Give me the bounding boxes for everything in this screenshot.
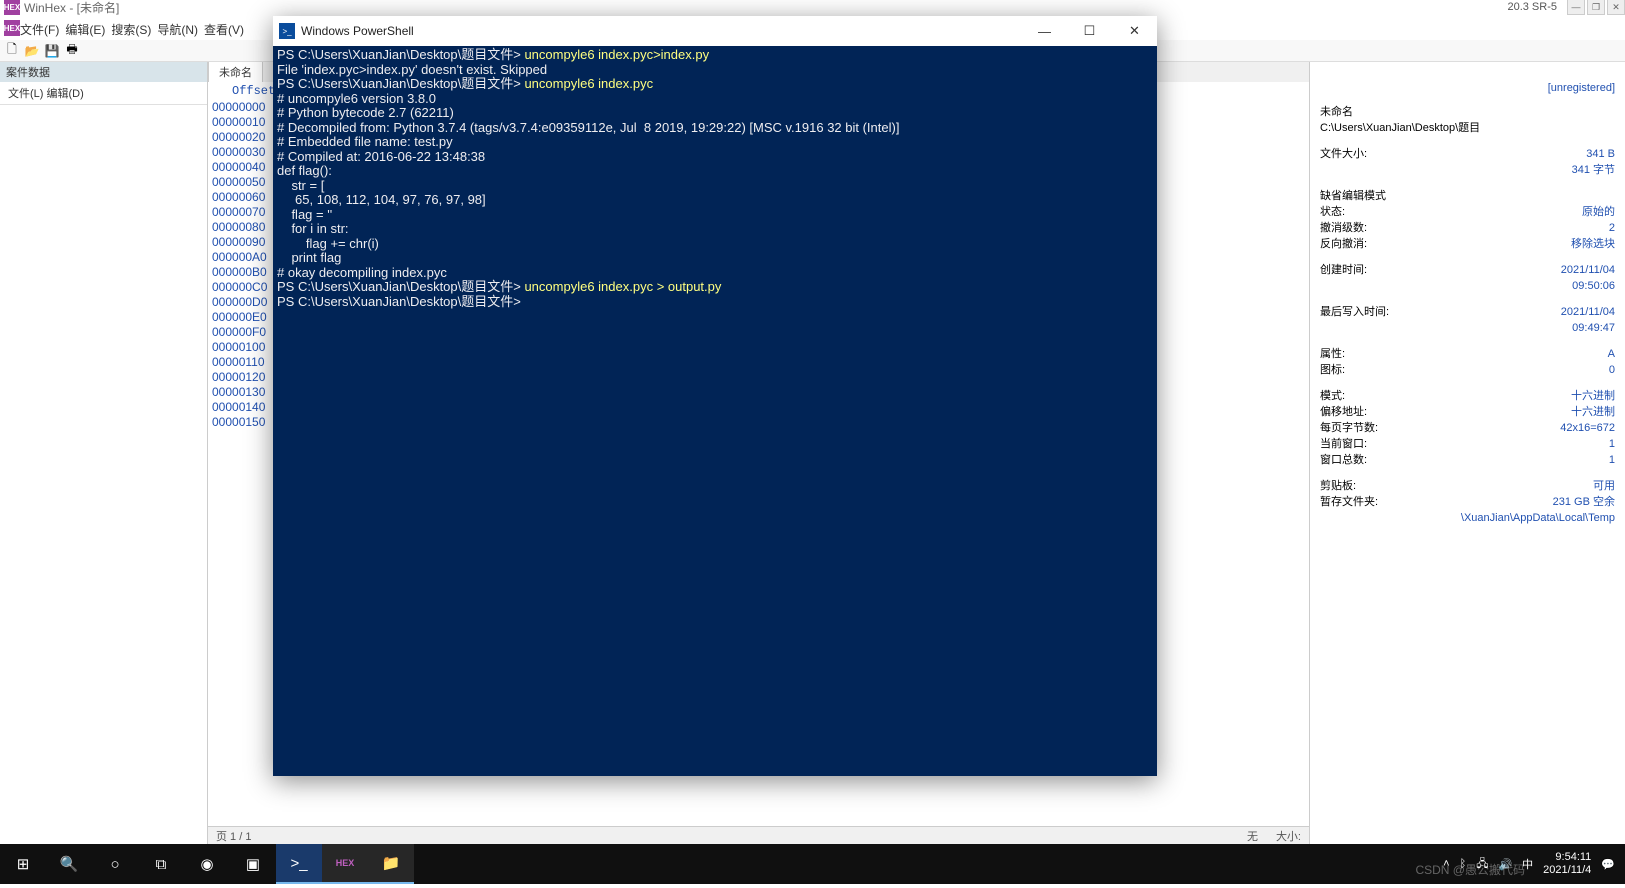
menu-view[interactable]: 查看(V)	[204, 21, 244, 38]
terminal-line: PS C:\Users\XuanJian\Desktop\题目文件> uncom…	[277, 77, 1153, 92]
info-row: 图标:0	[1320, 362, 1615, 378]
ps-close-button[interactable]: ✕	[1112, 16, 1157, 46]
ps-maximize-button[interactable]: ☐	[1067, 16, 1112, 46]
search-icon[interactable]: 🔍	[46, 844, 92, 884]
windows-taskbar: ⊞ 🔍 ○ ⧉ ◉ ▣ >_ HEX 📁 CSDN @愚公搬代码 ˄ ᛒ 🖧 🔊…	[0, 844, 1625, 884]
minimize-button[interactable]: —	[1567, 0, 1585, 15]
terminal-line: File 'index.pyc>index.py' doesn't exist.…	[277, 63, 1153, 78]
info-row: 每页字节数:42x16=672	[1320, 420, 1615, 436]
print-icon[interactable]: 🖶	[64, 43, 80, 59]
info-row: 暂存文件夹:231 GB 空余	[1320, 494, 1615, 510]
terminal-line: # Python bytecode 2.7 (62211)	[277, 106, 1153, 121]
status-size-label: 大小:	[1276, 828, 1301, 843]
start-button[interactable]: ⊞	[0, 844, 46, 884]
status-none: 无	[1247, 828, 1258, 843]
info-row: 最后写入时间:2021/11/04	[1320, 304, 1615, 320]
terminal-line: # Decompiled from: Python 3.7.4 (tags/v3…	[277, 121, 1153, 136]
taskview-icon[interactable]: ⧉	[138, 844, 184, 884]
save-icon[interactable]: 💾	[44, 43, 60, 59]
close-button[interactable]: ✕	[1607, 0, 1625, 15]
terminal-line: PS C:\Users\XuanJian\Desktop\题目文件> uncom…	[277, 48, 1153, 63]
terminal-line: # Embedded file name: test.py	[277, 135, 1153, 150]
terminal-line: for i in str:	[277, 222, 1153, 237]
info-row: 当前窗口:1	[1320, 436, 1615, 452]
terminal-line: flag = ''	[277, 208, 1153, 223]
menu-search[interactable]: 搜索(S)	[111, 21, 151, 38]
info-row: 撤消级数:2	[1320, 220, 1615, 236]
info-row: 属性:A	[1320, 346, 1615, 362]
terminal-line: # Compiled at: 2016-06-22 13:48:38	[277, 150, 1153, 165]
file-path: C:\Users\XuanJian\Desktop\题目	[1320, 120, 1615, 136]
terminal-line: PS C:\Users\XuanJian\Desktop\题目文件>	[277, 295, 1153, 310]
terminal-line: 65, 108, 112, 104, 97, 76, 97, 98]	[277, 193, 1153, 208]
terminal-line: # okay decompiling index.pyc	[277, 266, 1153, 281]
powershell-icon: >_	[279, 23, 295, 39]
case-data-header: 案件数据	[0, 62, 207, 82]
info-row: 剪贴板:可用	[1320, 478, 1615, 494]
cortana-icon[interactable]: ○	[92, 844, 138, 884]
case-tree	[0, 105, 207, 844]
maximize-button[interactable]: ❐	[1587, 0, 1605, 15]
info-row: 创建时间:2021/11/04	[1320, 262, 1615, 278]
info-row: 09:50:06	[1320, 278, 1615, 294]
powershell-title: Windows PowerShell	[301, 24, 414, 38]
page-indicator: 页 1 / 1	[216, 828, 251, 843]
new-file-icon[interactable]: 🗋	[4, 43, 20, 59]
terminal-line: print flag	[277, 251, 1153, 266]
terminal-line: PS C:\Users\XuanJian\Desktop\题目文件> uncom…	[277, 280, 1153, 295]
info-row: 文件大小:341 B	[1320, 146, 1615, 162]
terminal-line: # uncompyle6 version 3.8.0	[277, 92, 1153, 107]
case-data-panel: 案件数据 文件(L) 编辑(D)	[0, 62, 208, 844]
taskbar-powershell[interactable]: >_	[276, 844, 322, 884]
info-row: 缺省编辑模式	[1320, 188, 1615, 204]
winhex-version: 20.3 SR-5	[1507, 1, 1557, 13]
notification-icon[interactable]: 💬	[1601, 858, 1615, 871]
menu-nav[interactable]: 导航(N)	[157, 21, 198, 38]
chrome-icon[interactable]: ◉	[184, 844, 230, 884]
file-name-label: 未命名	[1320, 104, 1353, 120]
file-info-panel: [unregistered] 未命名C:\Users\XuanJian\Desk…	[1309, 62, 1625, 844]
menu-file[interactable]: 文件(F)	[20, 21, 59, 38]
winhex-app-icon: HEX	[4, 0, 20, 15]
info-row: 09:49:47	[1320, 320, 1615, 336]
terminal-line: flag += chr(i)	[277, 237, 1153, 252]
csdn-watermark: CSDN @愚公搬代码	[1415, 861, 1525, 878]
xshell-icon[interactable]: ▣	[230, 844, 276, 884]
powershell-terminal[interactable]: PS C:\Users\XuanJian\Desktop\题目文件> uncom…	[273, 46, 1157, 776]
winhex-doc-icon: HEX	[4, 20, 20, 36]
info-row: 窗口总数:1	[1320, 452, 1615, 468]
info-row: 偏移地址:十六进制	[1320, 404, 1615, 420]
terminal-line: def flag():	[277, 164, 1153, 179]
menu-edit[interactable]: 编辑(E)	[65, 21, 105, 38]
powershell-window[interactable]: >_ Windows PowerShell — ☐ ✕ PS C:\Users\…	[273, 16, 1157, 776]
info-row: 状态:原始的	[1320, 204, 1615, 220]
info-row: 341 字节	[1320, 162, 1615, 178]
taskbar-winhex[interactable]: HEX	[322, 844, 368, 884]
powershell-titlebar[interactable]: >_ Windows PowerShell — ☐ ✕	[273, 16, 1157, 46]
info-row: 反向撤消:移除选块	[1320, 236, 1615, 252]
winhex-statusbar: 页 1 / 1 无 大小:	[208, 826, 1309, 844]
info-row: 模式:十六进制	[1320, 388, 1615, 404]
open-file-icon[interactable]: 📂	[24, 43, 40, 59]
terminal-line: str = [	[277, 179, 1153, 194]
taskbar-explorer[interactable]: 📁	[368, 844, 414, 884]
system-clock[interactable]: 9:54:11 2021/11/4	[1543, 851, 1591, 877]
info-row: \XuanJian\AppData\Local\Temp	[1320, 510, 1615, 526]
case-submenu[interactable]: 文件(L) 编辑(D)	[0, 82, 207, 105]
winhex-title: WinHex - [未命名]	[24, 0, 119, 16]
registration-status: [unregistered]	[1310, 62, 1625, 104]
tab-unnamed[interactable]: 未命名	[208, 62, 263, 82]
ps-minimize-button[interactable]: —	[1022, 16, 1067, 46]
